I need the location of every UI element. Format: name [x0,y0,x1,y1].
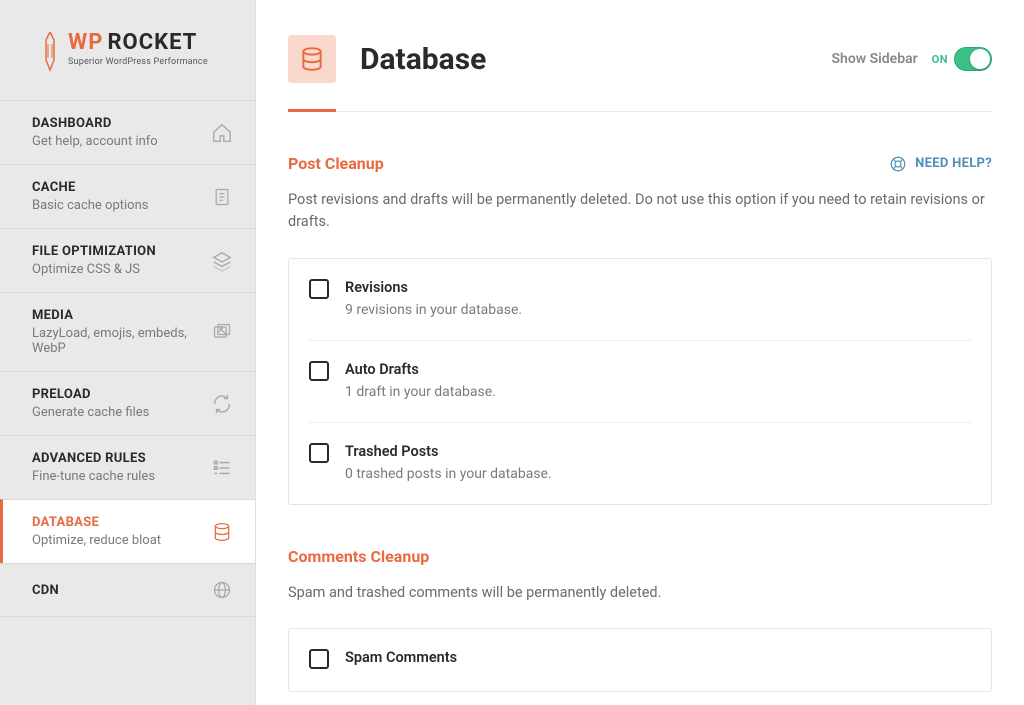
sidebar-item-media[interactable]: MEDIA LazyLoad, emojis, embeds, WebP [0,292,255,371]
section-desc: Spam and trashed comments will be perman… [288,582,992,604]
sidebar-item-dashboard[interactable]: DASHBOARD Get help, account info [0,100,255,164]
refresh-icon [211,393,233,415]
option-sub: 0 trashed posts in your database. [345,466,971,482]
option-label: Spam Comments [345,649,971,666]
home-icon [211,122,233,144]
nav: DASHBOARD Get help, account info CACHE B… [0,100,255,617]
sidebar-item-preload[interactable]: PRELOAD Generate cache files [0,371,255,435]
nav-sub: Optimize, reduce bloat [32,533,211,548]
nav-title: DATABASE [32,515,211,530]
checkbox[interactable] [309,279,329,299]
page-header: Database Show Sidebar ON [288,35,992,112]
option-trashed-posts[interactable]: Trashed Posts 0 trashed posts in your da… [309,423,971,504]
section-post-cleanup: Post Cleanup NEED HELP? Post revisions a… [288,154,992,505]
option-auto-drafts[interactable]: Auto Drafts 1 draft in your database. [309,341,971,423]
layers-icon [211,250,233,272]
toggle-switch [954,47,992,71]
nav-title: DASHBOARD [32,116,211,131]
lifebuoy-icon [889,155,907,173]
section-desc: Post revisions and drafts will be perman… [288,189,992,234]
nav-title: FILE OPTIMIZATION [32,244,211,259]
sidebar-item-database[interactable]: DATABASE Optimize, reduce bloat [0,499,255,563]
checkbox[interactable] [309,361,329,381]
database-icon [288,35,336,83]
nav-title: CDN [32,583,211,598]
nav-sub: Generate cache files [32,405,211,420]
option-sub: 1 draft in your database. [345,384,971,400]
document-icon [211,186,233,208]
sidebar-item-cache[interactable]: CACHE Basic cache options [0,164,255,228]
section-comments-cleanup: Comments Cleanup Spam and trashed commen… [288,547,992,692]
option-label: Revisions [345,279,971,296]
nav-sub: Basic cache options [32,198,211,213]
nav-sub: Optimize CSS & JS [32,262,211,277]
rocket-icon [38,30,62,75]
logo-tagline: Superior WordPress Performance [68,57,208,67]
option-spam-comments[interactable]: Spam Comments [309,629,971,691]
show-sidebar-toggle[interactable]: ON [932,47,992,71]
logo-rocket-text: ROCKET [107,30,197,55]
checkbox[interactable] [309,649,329,669]
nav-title: CACHE [32,180,211,195]
nav-sub: Fine-tune cache rules [32,469,211,484]
database-icon [211,521,233,543]
main-content: Database Show Sidebar ON Post Cleanup NE… [256,0,1024,705]
option-label: Auto Drafts [345,361,971,378]
nav-title: PRELOAD [32,387,211,402]
option-sub: 9 revisions in your database. [345,302,971,318]
nav-sub: LazyLoad, emojis, embeds, WebP [32,326,211,356]
tab-indicator [288,109,336,112]
options-box: Spam Comments [288,628,992,692]
nav-title: ADVANCED RULES [32,451,211,466]
sidebar-item-cdn[interactable]: CDN [0,563,255,617]
option-label: Trashed Posts [345,443,971,460]
option-revisions[interactable]: Revisions 9 revisions in your database. [309,259,971,341]
show-sidebar-label: Show Sidebar [832,51,918,67]
page-title: Database [360,42,486,77]
need-help-link[interactable]: NEED HELP? [889,155,992,173]
sidebar-item-advanced-rules[interactable]: ADVANCED RULES Fine-tune cache rules [0,435,255,499]
images-icon [211,321,233,343]
options-box: Revisions 9 revisions in your database. … [288,258,992,505]
toggle-state-text: ON [932,53,948,66]
sidebar: WPROCKET Superior WordPress Performance … [0,0,256,705]
sidebar-item-file-optimization[interactable]: FILE OPTIMIZATION Optimize CSS & JS [0,228,255,292]
logo: WPROCKET Superior WordPress Performance [0,0,255,100]
need-help-label: NEED HELP? [915,156,992,171]
section-title: Post Cleanup [288,154,384,173]
section-title: Comments Cleanup [288,547,429,566]
nav-sub: Get help, account info [32,134,211,149]
logo-wp-text: WP [68,30,103,55]
checkbox[interactable] [309,443,329,463]
globe-icon [211,579,233,601]
list-icon [211,457,233,479]
nav-title: MEDIA [32,308,211,323]
